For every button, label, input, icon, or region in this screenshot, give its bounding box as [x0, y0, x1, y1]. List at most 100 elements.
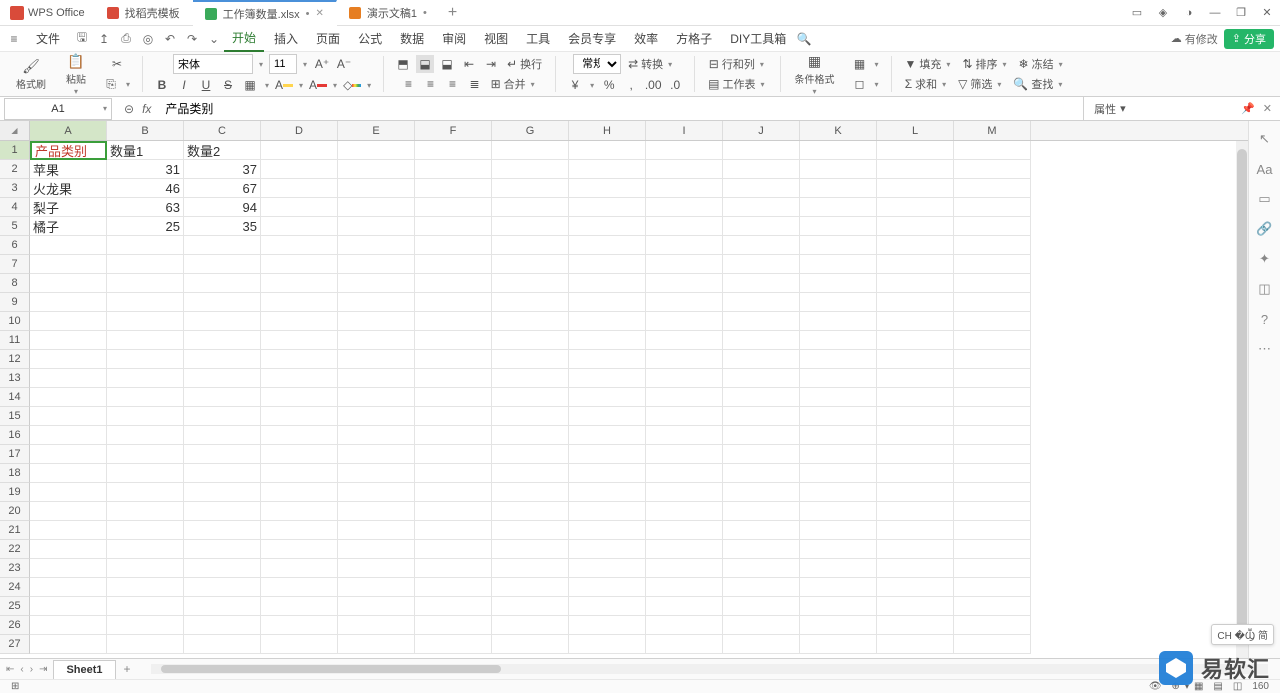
- cell[interactable]: [107, 426, 184, 445]
- cell[interactable]: [107, 369, 184, 388]
- cell[interactable]: [415, 616, 492, 635]
- cell[interactable]: [492, 578, 569, 597]
- row-header[interactable]: 27: [0, 635, 30, 654]
- cell[interactable]: [646, 331, 723, 350]
- cell[interactable]: [107, 312, 184, 331]
- cell[interactable]: [569, 521, 646, 540]
- row-header[interactable]: 15: [0, 407, 30, 426]
- cell[interactable]: [569, 141, 646, 160]
- select-tool-icon[interactable]: ↖: [1257, 131, 1273, 147]
- cell[interactable]: [723, 312, 800, 331]
- menu-start[interactable]: 开始: [224, 25, 264, 52]
- cell[interactable]: [723, 521, 800, 540]
- fill-button[interactable]: ▼填充▾: [902, 55, 956, 73]
- align-bottom-icon[interactable]: ⬓: [438, 55, 456, 73]
- window-restore-icon[interactable]: ▭: [1124, 0, 1150, 26]
- row-header[interactable]: 3: [0, 179, 30, 198]
- cell[interactable]: [492, 559, 569, 578]
- cell[interactable]: 67: [184, 179, 261, 198]
- cell[interactable]: [492, 426, 569, 445]
- cell[interactable]: [877, 236, 954, 255]
- cell[interactable]: [107, 407, 184, 426]
- cell[interactable]: [338, 635, 415, 654]
- dropdown-icon[interactable]: ▾: [873, 60, 881, 69]
- cell[interactable]: [261, 445, 338, 464]
- cell[interactable]: [184, 540, 261, 559]
- cell[interactable]: 46: [107, 179, 184, 198]
- cell[interactable]: [954, 274, 1031, 293]
- cell[interactable]: [877, 331, 954, 350]
- cell[interactable]: [107, 616, 184, 635]
- cell[interactable]: [723, 597, 800, 616]
- cell[interactable]: [646, 635, 723, 654]
- cell[interactable]: [723, 331, 800, 350]
- row-header[interactable]: 17: [0, 445, 30, 464]
- cell[interactable]: [954, 407, 1031, 426]
- cell[interactable]: [800, 331, 877, 350]
- cell[interactable]: [569, 293, 646, 312]
- table-style-icon[interactable]: ▦: [851, 55, 869, 73]
- cell[interactable]: [800, 464, 877, 483]
- dropdown-icon[interactable]: ▾: [331, 81, 339, 90]
- cell[interactable]: 35: [184, 217, 261, 236]
- menu-page[interactable]: 页面: [308, 26, 348, 51]
- cell[interactable]: [569, 407, 646, 426]
- bold-icon[interactable]: B: [153, 76, 171, 94]
- cell[interactable]: [415, 312, 492, 331]
- cell[interactable]: [646, 502, 723, 521]
- cell[interactable]: [415, 483, 492, 502]
- cell[interactable]: [30, 616, 107, 635]
- cell[interactable]: [30, 502, 107, 521]
- cell[interactable]: [646, 578, 723, 597]
- cell[interactable]: [107, 445, 184, 464]
- tab-workbook[interactable]: 工作簿数量.xlsx • ✕: [193, 0, 337, 26]
- cell[interactable]: [492, 255, 569, 274]
- menu-review[interactable]: 审阅: [434, 26, 474, 51]
- column-header[interactable]: G: [492, 121, 569, 140]
- cell[interactable]: [261, 293, 338, 312]
- cell[interactable]: [646, 217, 723, 236]
- cell[interactable]: [877, 464, 954, 483]
- row-header[interactable]: 5: [0, 217, 30, 236]
- cell[interactable]: [415, 540, 492, 559]
- dropdown-icon[interactable]: ▾: [301, 60, 309, 69]
- cell[interactable]: [492, 160, 569, 179]
- cell[interactable]: [723, 217, 800, 236]
- cell[interactable]: [415, 198, 492, 217]
- cell[interactable]: [338, 274, 415, 293]
- convert-button[interactable]: ⇄转换▾: [625, 55, 677, 73]
- undo-icon[interactable]: ↶: [162, 31, 178, 47]
- cell[interactable]: [569, 160, 646, 179]
- cell[interactable]: [415, 388, 492, 407]
- cell[interactable]: [184, 445, 261, 464]
- cell[interactable]: 苹果: [30, 160, 107, 179]
- column-header[interactable]: M: [954, 121, 1031, 140]
- first-sheet-icon[interactable]: ⇤: [4, 662, 16, 677]
- bookmark-icon[interactable]: ◫: [1257, 281, 1273, 297]
- cell[interactable]: [569, 350, 646, 369]
- cell[interactable]: [261, 141, 338, 160]
- cell[interactable]: [184, 559, 261, 578]
- cell[interactable]: [415, 217, 492, 236]
- dropdown-icon[interactable]: ▾: [124, 80, 132, 89]
- cell[interactable]: [800, 521, 877, 540]
- cancel-formula-icon[interactable]: ⊝: [124, 102, 134, 116]
- align-center-icon[interactable]: ≡: [422, 75, 440, 93]
- tools-icon[interactable]: ✦: [1257, 251, 1273, 267]
- copy-icon[interactable]: ⎘: [102, 75, 120, 93]
- cell[interactable]: [184, 521, 261, 540]
- cell[interactable]: [107, 578, 184, 597]
- cell[interactable]: [261, 483, 338, 502]
- cell[interactable]: [569, 236, 646, 255]
- cell[interactable]: [954, 597, 1031, 616]
- cell[interactable]: [107, 597, 184, 616]
- cell[interactable]: [107, 331, 184, 350]
- row-header[interactable]: 21: [0, 521, 30, 540]
- cell[interactable]: [30, 464, 107, 483]
- cell[interactable]: [30, 236, 107, 255]
- dropdown-icon[interactable]: ▾: [873, 80, 881, 89]
- cell[interactable]: [415, 236, 492, 255]
- underline-icon[interactable]: U: [197, 76, 215, 94]
- menu-efficiency[interactable]: 效率: [626, 26, 666, 51]
- cell[interactable]: [30, 540, 107, 559]
